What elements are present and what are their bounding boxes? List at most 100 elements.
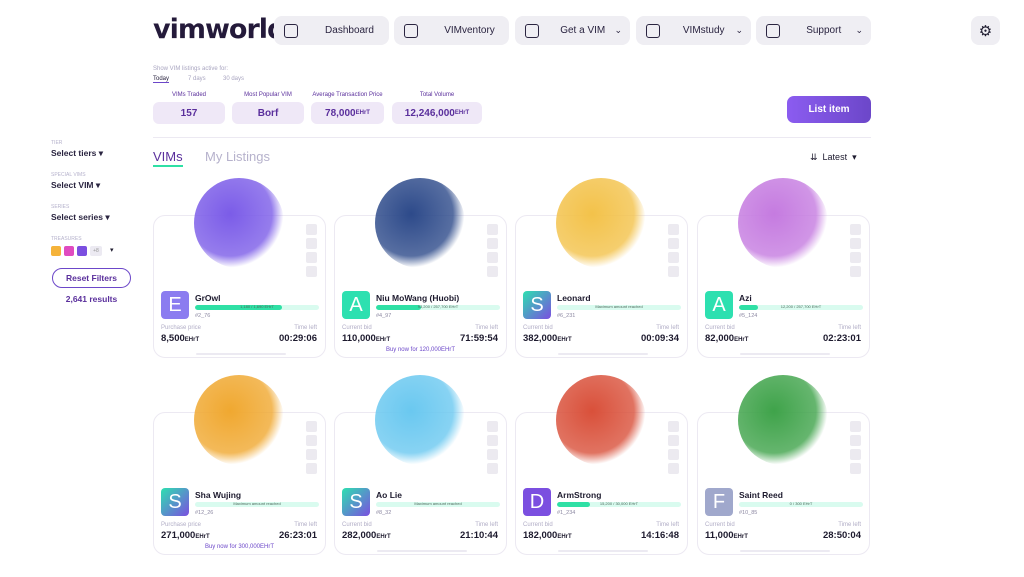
tier-avatar: S [523, 291, 551, 319]
treasure-slot [850, 252, 861, 263]
stat-value: 12,246,000 [404, 107, 455, 119]
treasure-slot [487, 252, 498, 263]
tier-avatar: F [705, 488, 733, 516]
nav-label: Dashboard [325, 25, 374, 36]
price-amount: 382,000 [523, 333, 558, 344]
price-label: Current bid [523, 325, 553, 331]
bid-progress-bar: 0 / 300 EHrT [739, 502, 863, 507]
price-label: Current bid [705, 522, 735, 528]
tier-avatar: S [161, 488, 189, 516]
treasure-slot [850, 421, 861, 432]
price-value: 8,500EHrT [161, 333, 199, 344]
nav-dashboard[interactable]: Dashboard [274, 16, 389, 45]
nav-vimstudy[interactable]: VIMstudy ⌄ [636, 16, 751, 45]
currency-unit: EHrT [375, 337, 391, 343]
vimworld-logo[interactable]: vimworld [153, 14, 286, 45]
treasure-slot [306, 238, 317, 249]
price-value: 110,000EHrT [342, 333, 390, 344]
vim-artwork [375, 375, 465, 465]
bid-progress-bar: 12,200 / 257,700 EHrT [739, 305, 863, 310]
stat-value-box: Borf [232, 102, 304, 124]
tier-label: TIER [51, 140, 63, 146]
time-left-label: Time left [294, 325, 317, 331]
list-item-button[interactable]: List item [787, 96, 871, 123]
reset-filters-button[interactable]: Reset Filters [52, 268, 131, 288]
nav-label: Get a VIM [560, 25, 606, 36]
treasure-slot [668, 238, 679, 249]
treasure-slots [306, 421, 317, 474]
bell-icon [525, 23, 539, 38]
price-amount: 110,000 [342, 333, 376, 344]
time-left-label: Time left [475, 522, 498, 528]
vim-id: #12_26 [195, 510, 214, 516]
vim-card[interactable]: S Ao Lie Maximum amount reached #8_32 Curren… [334, 375, 507, 555]
vim-artwork [194, 178, 284, 268]
tab-vims[interactable]: VIMs [153, 149, 183, 167]
vim-card[interactable]: D ArmStrong 15,200 / 30,000 EHrT #1_234 Curr… [515, 375, 688, 555]
nav-support[interactable]: Support ⌄ [756, 16, 871, 45]
time-left-value: 71:59:54 [459, 333, 498, 344]
buy-now-link[interactable]: Buy now for 120,000EHrT [335, 347, 506, 353]
period-7-days[interactable]: 7 days [188, 76, 206, 82]
stat-unit: EHrT [355, 110, 370, 116]
treasure-slots [487, 421, 498, 474]
results-count: 2,641 results [65, 294, 118, 304]
price-value: 182,000EHrT [523, 530, 572, 541]
tab-my-listings[interactable]: My Listings [205, 149, 270, 164]
nav-get-a-vim[interactable]: Get a VIM ⌄ [515, 16, 630, 45]
treasure-icon-2[interactable] [64, 246, 74, 256]
price-amount: 82,000 [705, 333, 735, 344]
vim-card[interactable]: A Niu MoWang (Huobi) 93,200 / 257,700 EHrT… [334, 178, 507, 358]
tier-select[interactable]: Select tiers ▾ [51, 148, 103, 159]
price-label: Current bid [342, 522, 372, 528]
bid-progress-bar: Maximum amount reached [376, 502, 500, 507]
treasure-slot [487, 266, 498, 277]
nav-label: VIMventory [444, 25, 495, 36]
treasure-slot [850, 238, 861, 249]
treasure-slot [487, 238, 498, 249]
treasures-caret-icon[interactable]: ▾ [110, 246, 114, 254]
treasure-icon-1[interactable] [51, 246, 61, 256]
treasure-slots [306, 224, 317, 277]
vim-card[interactable]: S Sha Wujing Maximum amount reached #12_26 P… [153, 375, 326, 555]
vim-card[interactable]: E GrOwl 1,180 / 1,690 EHrT #2_76 Purchase pr… [153, 178, 326, 358]
period-today[interactable]: Today [153, 76, 170, 83]
chat-icon [766, 23, 780, 38]
price-label: Purchase price [161, 325, 202, 331]
vim-name: Ao Lie [376, 490, 402, 500]
vim-name: Azi [739, 293, 752, 303]
card-divider [740, 353, 830, 355]
vim-artwork [556, 178, 646, 268]
stat-value: 78,000 [325, 107, 356, 119]
nav-vimventory[interactable]: VIMventory [394, 16, 509, 45]
series-select[interactable]: Select series ▾ [51, 212, 110, 223]
card-divider [558, 550, 648, 552]
tier-avatar: A [342, 291, 370, 319]
sort-dropdown[interactable]: ⇊ Latest ▾ [810, 152, 857, 163]
treasure-slot [306, 435, 317, 446]
vim-card[interactable]: S Leonard Maximum amount reached #6_231 Curr… [515, 178, 688, 358]
vim-artwork [194, 375, 284, 465]
vim-card[interactable]: F Saint Reed 0 / 300 EHrT #10_85 Current bid… [697, 375, 870, 555]
treasure-slot [850, 449, 861, 460]
treasure-icon-3[interactable] [77, 246, 87, 256]
special-vim-select[interactable]: Select VIM ▾ [51, 180, 100, 191]
vim-name: GrOwl [195, 293, 221, 303]
treasures-more[interactable]: +8 [90, 246, 102, 256]
period-30-days[interactable]: 30 days [223, 76, 244, 82]
time-left-label: Time left [838, 325, 861, 331]
vim-card[interactable]: A Azi 12,200 / 257,700 EHrT #5_124 Current b… [697, 178, 870, 358]
tier-avatar: A [705, 291, 733, 319]
treasure-slot [850, 463, 861, 474]
progress-text: Maximum amount reached [414, 502, 462, 506]
settings-button[interactable]: ⚙ [971, 16, 1000, 45]
price-amount: 282,000 [342, 530, 377, 541]
bid-progress-bar: 93,200 / 257,700 EHrT [376, 305, 500, 310]
price-value: 282,000EHrT [342, 530, 391, 541]
treasure-slot [668, 252, 679, 263]
nav-label: VIMstudy [682, 25, 725, 36]
price-amount: 8,500 [161, 333, 185, 344]
buy-now-link[interactable]: Buy now for 300,000EHrT [154, 544, 325, 550]
vim-artwork [738, 178, 828, 268]
price-label: Current bid [705, 325, 735, 331]
